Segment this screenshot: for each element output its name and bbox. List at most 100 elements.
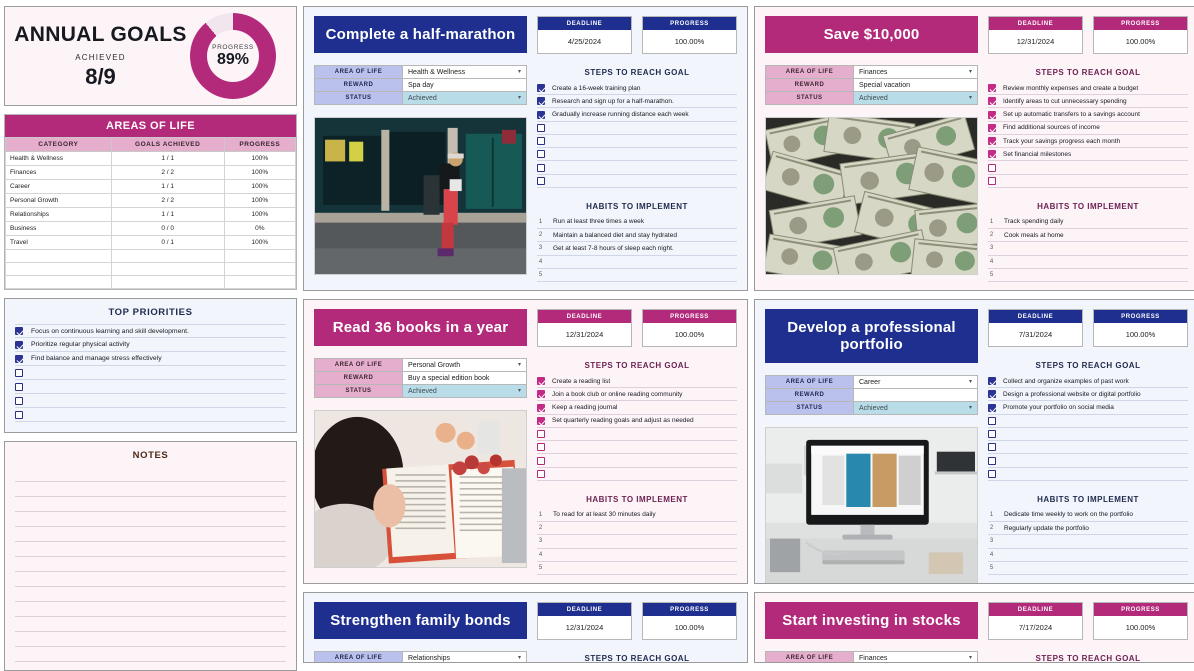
reward-input[interactable]: Special vacation (853, 78, 978, 92)
priority-checkbox[interactable] (15, 382, 23, 391)
habit-row[interactable]: 5 (988, 562, 1188, 576)
area-of-life-select[interactable]: Health & Wellness ▾ (402, 65, 527, 79)
step-checkbox[interactable] (988, 137, 996, 146)
area-of-life-select[interactable]: Finances ▾ (853, 651, 978, 662)
habit-row[interactable]: 1 Dedicate time weekly to work on the por… (988, 509, 1188, 523)
step-checkbox[interactable] (537, 430, 545, 439)
note-line[interactable] (15, 467, 286, 482)
habit-row[interactable]: 4 (537, 549, 737, 562)
step-checkbox[interactable] (537, 443, 545, 452)
habit-row[interactable]: 5 (988, 269, 1188, 283)
step-checkbox[interactable] (537, 377, 545, 386)
step-checkbox[interactable] (988, 403, 996, 412)
note-line[interactable] (15, 542, 286, 557)
step-checkbox[interactable] (988, 456, 996, 465)
step-checkbox[interactable] (537, 456, 545, 465)
note-line[interactable] (15, 512, 286, 527)
habit-row[interactable]: 3 (988, 242, 1188, 256)
step-row[interactable] (988, 415, 1188, 428)
deadline-value[interactable]: 7/31/2024 (989, 323, 1082, 346)
chevron-down-icon[interactable]: ▾ (969, 654, 972, 661)
step-checkbox[interactable] (537, 84, 545, 93)
step-checkbox[interactable] (537, 163, 545, 172)
step-row[interactable] (537, 122, 737, 135)
step-row[interactable] (537, 161, 737, 175)
step-checkbox[interactable] (988, 163, 996, 172)
step-row[interactable]: Find additional sources of income (988, 122, 1188, 135)
chevron-down-icon[interactable]: ▾ (518, 654, 521, 661)
step-row[interactable]: Track your savings progress each month (988, 135, 1188, 149)
step-checkbox[interactable] (988, 430, 996, 439)
step-row[interactable] (988, 441, 1188, 455)
step-row[interactable]: Promote your portfolio on social media (988, 401, 1188, 415)
priority-checkbox[interactable] (15, 396, 23, 405)
chevron-down-icon[interactable]: ▾ (969, 68, 972, 75)
priority-row[interactable]: Find balance and manage stress effective… (15, 352, 286, 366)
deadline-value[interactable]: 12/31/2024 (538, 616, 631, 639)
chevron-down-icon[interactable]: ▾ (969, 404, 972, 411)
step-checkbox[interactable] (537, 390, 545, 399)
habit-row[interactable]: 3 Get at least 7-8 hours of sleep each ni… (537, 242, 737, 256)
step-checkbox[interactable] (988, 110, 996, 119)
note-line[interactable] (15, 647, 286, 662)
step-row[interactable] (537, 135, 737, 149)
step-checkbox[interactable] (537, 403, 545, 412)
step-row[interactable] (537, 454, 737, 468)
status-select[interactable]: Achieved ▾ (402, 384, 527, 398)
step-checkbox[interactable] (988, 84, 996, 93)
habit-row[interactable]: 3 (988, 535, 1188, 549)
note-line[interactable] (15, 482, 286, 497)
step-row[interactable] (988, 175, 1188, 188)
step-checkbox[interactable] (537, 110, 545, 119)
step-row[interactable] (988, 428, 1188, 442)
note-line[interactable] (15, 572, 286, 587)
step-row[interactable]: Create a reading list (537, 375, 737, 389)
step-checkbox[interactable] (537, 469, 545, 478)
step-row[interactable]: Collect and organize examples of past wo… (988, 375, 1188, 389)
step-row[interactable]: Set up automatic transfers to a savings … (988, 108, 1188, 122)
habit-row[interactable]: 5 (537, 562, 737, 576)
deadline-value[interactable]: 12/31/2024 (989, 30, 1082, 53)
chevron-down-icon[interactable]: ▾ (518, 387, 521, 394)
note-line[interactable] (15, 632, 286, 647)
step-row[interactable]: Research and sign up for a half-marathon… (537, 95, 737, 109)
chevron-down-icon[interactable]: ▾ (969, 94, 972, 101)
area-of-life-select[interactable]: Career ▾ (853, 375, 978, 389)
step-checkbox[interactable] (988, 150, 996, 159)
priority-row[interactable] (15, 394, 286, 408)
note-line[interactable] (15, 527, 286, 542)
step-row[interactable]: Review monthly expenses and create a bud… (988, 82, 1188, 96)
step-row[interactable]: Join a book club or online reading commu… (537, 388, 737, 402)
step-checkbox[interactable] (537, 137, 545, 146)
step-checkbox[interactable] (537, 123, 545, 132)
step-checkbox[interactable] (988, 443, 996, 452)
priority-checkbox[interactable] (15, 354, 23, 363)
step-row[interactable]: Create a 16-week training plan (537, 82, 737, 96)
note-line[interactable] (15, 497, 286, 512)
step-row[interactable]: Keep a reading journal (537, 401, 737, 415)
step-checkbox[interactable] (988, 176, 996, 185)
step-row[interactable] (537, 148, 737, 162)
step-checkbox[interactable] (537, 176, 545, 185)
priority-row[interactable]: Prioritize regular physical activity (15, 338, 286, 352)
chevron-down-icon[interactable]: ▾ (518, 361, 521, 368)
step-row[interactable]: Gradually increase running distance each… (537, 108, 737, 122)
area-of-life-select[interactable]: Personal Growth ▾ (402, 358, 527, 372)
habit-row[interactable]: 3 (537, 535, 737, 549)
status-select[interactable]: Achieved ▾ (853, 401, 978, 415)
reward-input[interactable] (853, 388, 978, 402)
note-line[interactable] (15, 617, 286, 632)
step-row[interactable] (537, 175, 737, 188)
deadline-value[interactable]: 7/17/2024 (989, 616, 1082, 639)
priority-checkbox[interactable] (15, 327, 23, 335)
step-row[interactable] (988, 468, 1188, 481)
note-line[interactable] (15, 587, 286, 602)
step-row[interactable] (537, 441, 737, 455)
step-checkbox[interactable] (988, 97, 996, 106)
habit-row[interactable]: 2 Maintain a balanced diet and stay hydra… (537, 229, 737, 243)
priority-row[interactable] (15, 408, 286, 422)
step-checkbox[interactable] (988, 123, 996, 132)
chevron-down-icon[interactable]: ▾ (518, 94, 521, 101)
habit-row[interactable]: 4 (988, 549, 1188, 562)
step-row[interactable]: Identify areas to cut unnecessary spendi… (988, 95, 1188, 109)
